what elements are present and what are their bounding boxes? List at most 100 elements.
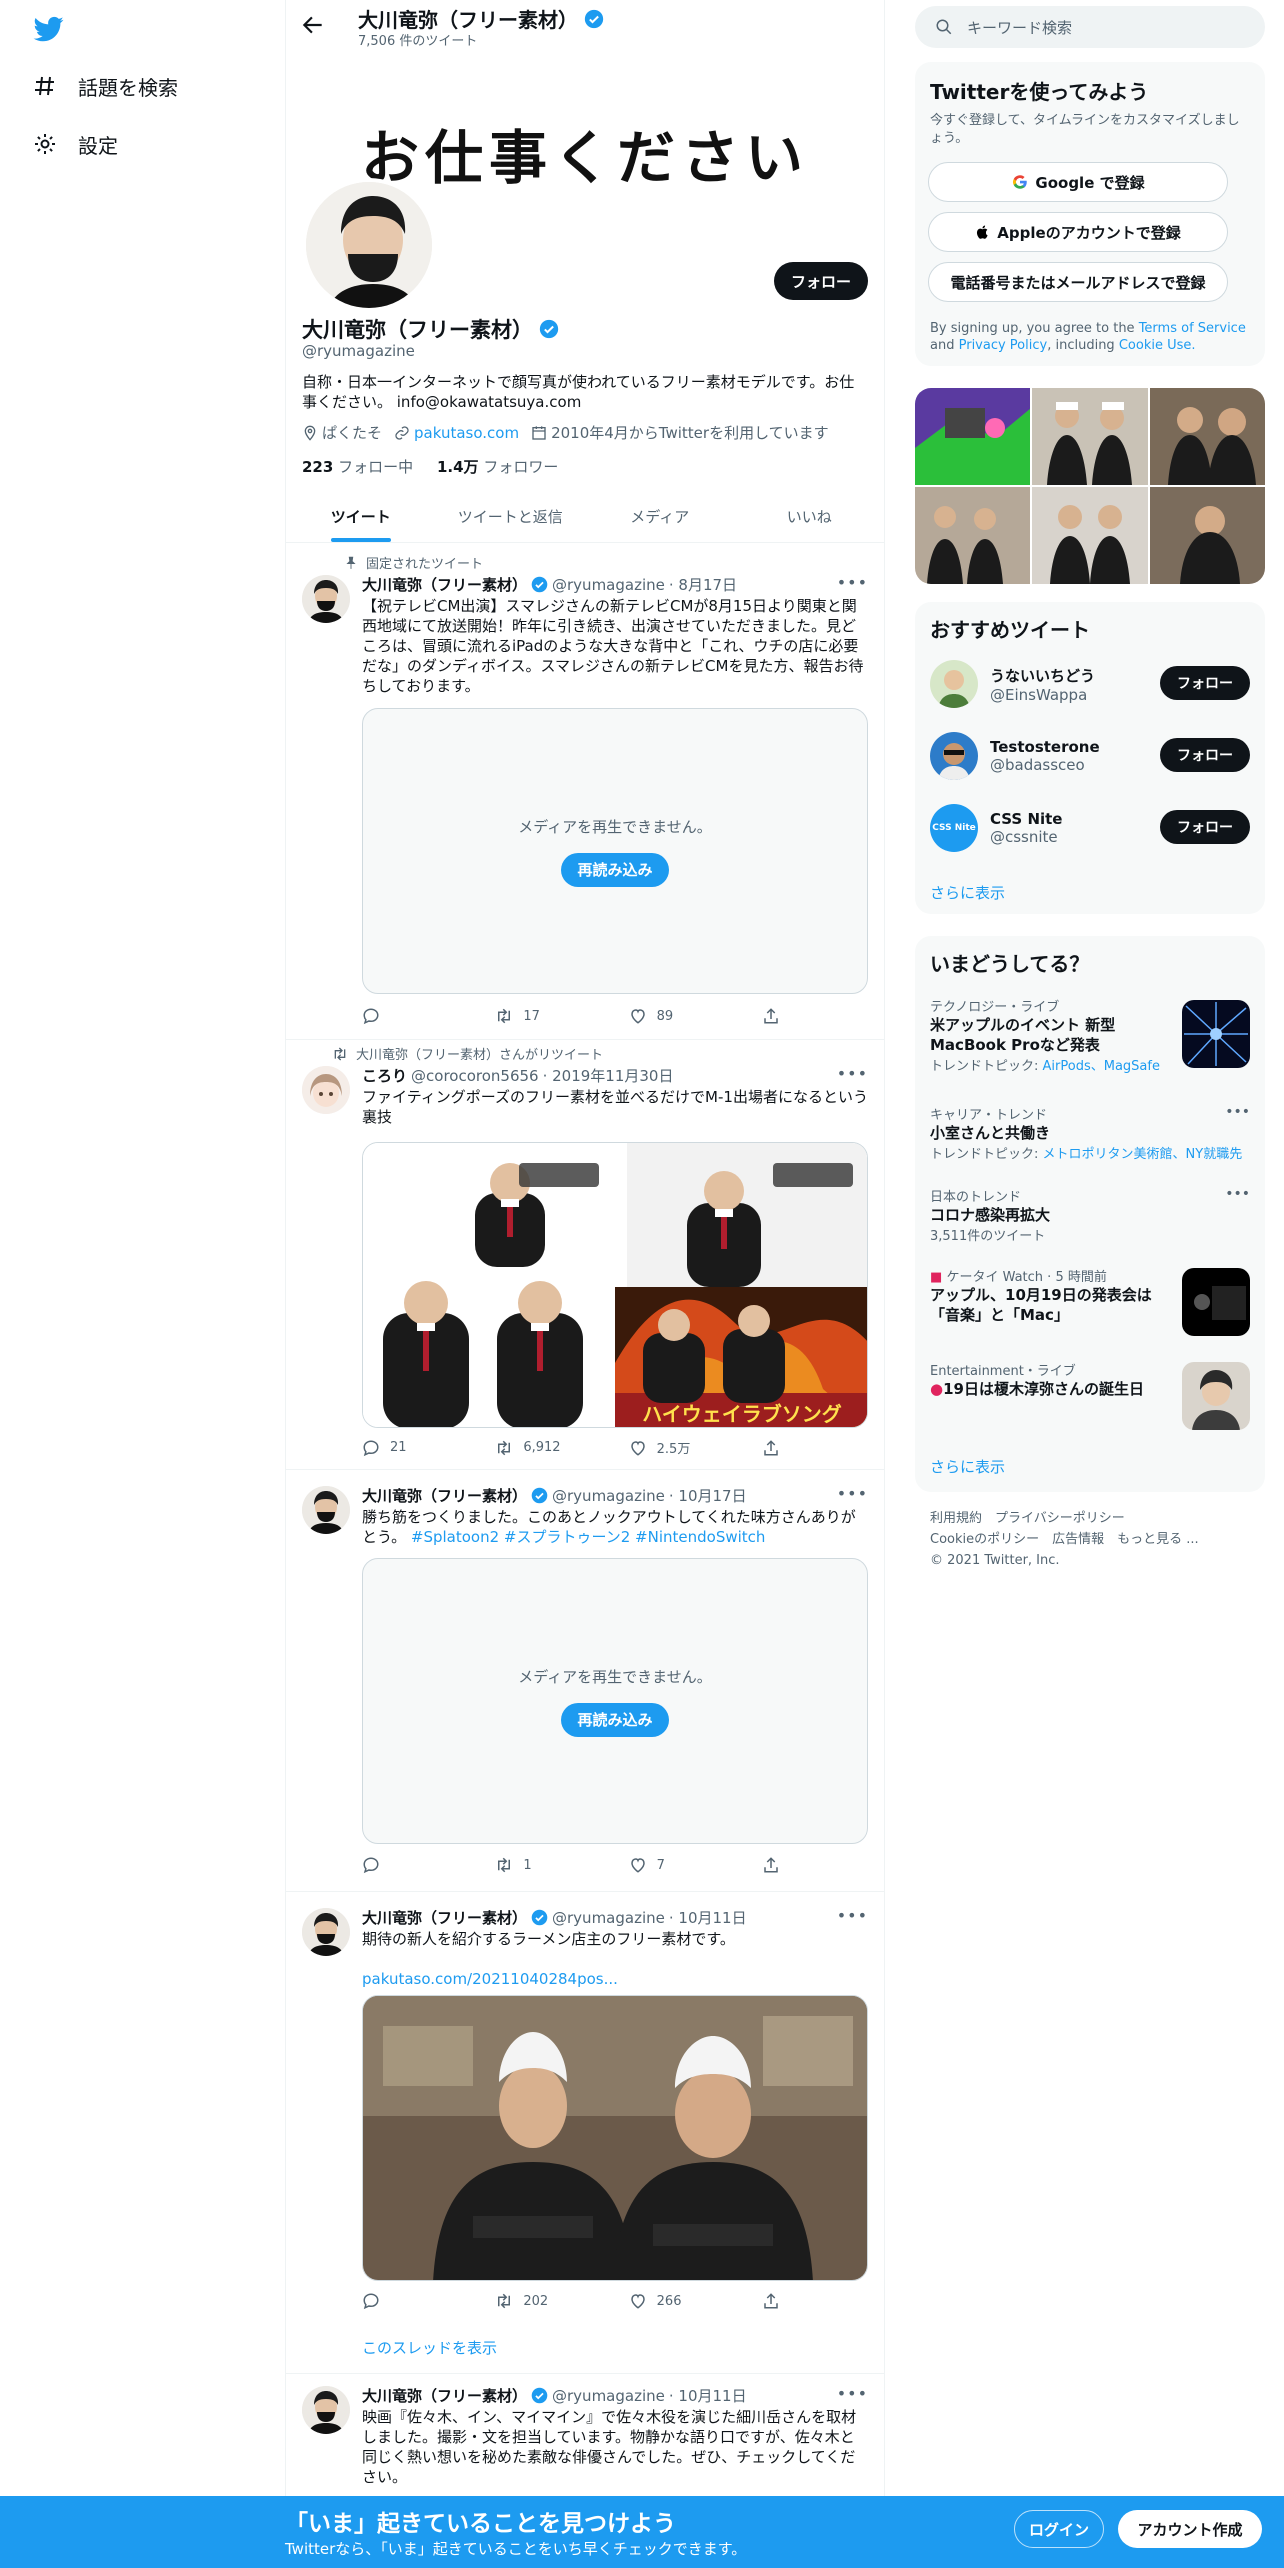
- tweet[interactable]: 大川竜弥（フリー素材） @ryumagazine · 10月17日 ••• 勝ち…: [286, 1470, 884, 1892]
- like-button[interactable]: 7: [629, 1856, 729, 1874]
- share-button[interactable]: [762, 1007, 792, 1025]
- reply-button[interactable]: [362, 1007, 462, 1025]
- user-avatar[interactable]: CSS Nite: [930, 804, 978, 852]
- more-options-icon[interactable]: •••: [837, 1906, 868, 1925]
- tweet-pinned[interactable]: 固定されたツイート 大川竜弥（フリー素材） @ryumagazine · 8月1…: [286, 543, 884, 1040]
- follow-button[interactable]: フォロー: [774, 262, 868, 300]
- hashtags[interactable]: #Splatoon2 #スプラトゥーン2 #NintendoSwitch: [411, 1528, 766, 1546]
- retweet-icon: [498, 2293, 511, 2309]
- image-caption-text: ハイウェイラブソング: [642, 1402, 842, 1426]
- trend-item[interactable]: テクノロジー・ライブ 米アップルのイベント 新型MacBook Proなど発表 …: [930, 996, 1250, 1096]
- reply-button[interactable]: [362, 1856, 462, 1874]
- recommended-user[interactable]: うないいちどう @EinsWappa フォロー: [930, 654, 1250, 714]
- share-button[interactable]: [762, 1438, 792, 1457]
- share-button[interactable]: [762, 2292, 792, 2310]
- tab-tweets-and-replies[interactable]: ツイートと返信: [436, 490, 586, 542]
- trend-item[interactable]: Entertainment・ライブ ●19日は榎木淳弥さんの誕生日: [930, 1360, 1250, 1430]
- trend-item[interactable]: キャリア・トレンド 小室さんと共働き トレンドトピック: メトロポリタン美術館、…: [930, 1104, 1250, 1164]
- terms-link[interactable]: Terms of Service: [1139, 321, 1246, 336]
- media-thumb[interactable]: [915, 388, 1031, 485]
- trend-item[interactable]: 日本のトレンド コロナ感染再拡大 3,511件のツイート •••: [930, 1186, 1250, 1246]
- user-avatar[interactable]: [930, 660, 978, 708]
- search-input[interactable]: キーワード検索: [915, 6, 1265, 48]
- tweet-link[interactable]: pakutaso.com/20211040284pos...: [362, 1969, 868, 1989]
- follow-button[interactable]: フォロー: [1160, 810, 1250, 844]
- show-more-link[interactable]: さらに表示: [930, 882, 1005, 903]
- tweet-image-grid[interactable]: ハイウェイラブソング: [362, 1142, 868, 1428]
- nav-explore[interactable]: 話題を検索: [32, 66, 178, 106]
- retweet-button[interactable]: 202: [495, 2292, 595, 2310]
- footer-links[interactable]: 利用規約 プライバシーポリシー: [930, 1508, 1250, 1529]
- reload-button[interactable]: 再読み込み: [561, 852, 669, 887]
- media-thumb[interactable]: [1032, 487, 1148, 584]
- tweet-avatar[interactable]: [302, 2386, 350, 2434]
- more-options-icon[interactable]: •••: [837, 2384, 868, 2403]
- more-options-icon[interactable]: •••: [1225, 1186, 1250, 1202]
- more-options-icon[interactable]: •••: [837, 1064, 868, 1083]
- follow-button[interactable]: フォロー: [1160, 666, 1250, 700]
- show-thread-link[interactable]: このスレッドを表示: [362, 2338, 868, 2358]
- user-avatar[interactable]: [930, 732, 978, 780]
- reload-button[interactable]: 再読み込み: [561, 1702, 669, 1737]
- reply-button[interactable]: 21: [362, 1438, 462, 1457]
- more-options-icon[interactable]: •••: [1225, 1104, 1250, 1120]
- google-signup-button[interactable]: Google で登録: [928, 162, 1228, 202]
- like-button[interactable]: 89: [629, 1007, 729, 1025]
- following-link[interactable]: 223 フォロー中: [302, 458, 413, 476]
- trend-thumbnail: [1182, 1362, 1250, 1430]
- news-icon: ■: [930, 1270, 943, 1285]
- nav-settings[interactable]: 設定: [32, 124, 118, 164]
- tweet-text: 【祝テレビCM出演】スマレジさんの新テレビCMが8月15日より関東と関西地域にて…: [362, 597, 864, 695]
- media-thumb[interactable]: [1149, 388, 1265, 485]
- footer-links[interactable]: Cookieのポリシー 広告情報 もっと見る ...: [930, 1529, 1250, 1550]
- profile-url[interactable]: pakutaso.com: [394, 424, 519, 442]
- apple-signup-button[interactable]: Appleのアカウントで登録: [928, 212, 1228, 252]
- tweet-retweeted[interactable]: 大川竜弥（フリー素材）さんがリツイート ころり @corocoron5656 ·…: [286, 1040, 884, 1470]
- location: ぱくたそ: [302, 422, 382, 443]
- profile-tabs: ツイート ツイートと返信 メディア いいね: [286, 490, 884, 543]
- login-button[interactable]: ログイン: [1014, 2510, 1104, 2548]
- retweet-button[interactable]: 1: [495, 1856, 595, 1874]
- retweet-button[interactable]: 6,912: [495, 1438, 595, 1457]
- tab-likes[interactable]: いいね: [735, 490, 885, 542]
- phone-email-signup-button[interactable]: 電話番号またはメールアドレスで登録: [928, 262, 1228, 302]
- follow-button[interactable]: フォロー: [1160, 738, 1250, 772]
- signup-button[interactable]: アカウント作成: [1118, 2510, 1262, 2548]
- share-button[interactable]: [762, 1856, 792, 1874]
- more-options-icon[interactable]: •••: [837, 1484, 868, 1503]
- tweet-avatar[interactable]: [302, 1066, 350, 1114]
- tab-media[interactable]: メディア: [585, 490, 735, 542]
- tweet[interactable]: 大川竜弥（フリー素材） @ryumagazine · 10月11日 ••• 期待…: [286, 1892, 884, 2374]
- show-more-link[interactable]: さらに表示: [930, 1456, 1005, 1477]
- like-button[interactable]: 266: [629, 2292, 729, 2310]
- recommended-user[interactable]: CSS Nite CSS Nite @cssnite フォロー: [930, 798, 1250, 858]
- reply-button[interactable]: [362, 2292, 462, 2310]
- like-button[interactable]: 2.5万: [629, 1438, 729, 1457]
- tweet-avatar[interactable]: [302, 1908, 350, 1956]
- tweet-avatar[interactable]: [302, 1486, 350, 1534]
- tweet-photo[interactable]: [362, 1995, 868, 2281]
- media-thumb[interactable]: [1032, 388, 1148, 485]
- more-options-icon[interactable]: •••: [837, 573, 868, 592]
- cookie-link[interactable]: Cookie Use.: [1119, 338, 1196, 353]
- verified-badge-icon: [539, 319, 559, 339]
- recommended-title: おすすめツイート: [930, 618, 1090, 642]
- followers-link[interactable]: 1.4万 フォロワー: [437, 458, 558, 476]
- tweet-avatar[interactable]: [302, 575, 350, 623]
- twitter-logo-icon[interactable]: [32, 14, 66, 44]
- profile-avatar[interactable]: [302, 178, 436, 312]
- recommended-user[interactable]: Testosterone @badassceo フォロー: [930, 726, 1250, 786]
- media-thumb[interactable]: [915, 487, 1031, 584]
- trend-thumbnail: [1182, 1000, 1250, 1068]
- recommended-card: おすすめツイート うないいちどう @EinsWappa フォロー Testoste…: [915, 602, 1265, 914]
- join-date: 2010年4月からTwitterを利用しています: [531, 422, 829, 443]
- share-icon: [764, 1857, 778, 1873]
- back-arrow-icon[interactable]: [300, 12, 326, 38]
- retweet-button[interactable]: 17: [495, 1007, 595, 1025]
- nav-explore-label: 話題を検索: [78, 75, 178, 100]
- apple-icon: [977, 225, 988, 239]
- privacy-link[interactable]: Privacy Policy: [959, 338, 1048, 353]
- trend-item[interactable]: ■ ケータイ Watch · 5 時間前 アップル、10月19日の発表会は「音楽…: [930, 1266, 1250, 1336]
- media-thumb[interactable]: [1149, 487, 1265, 584]
- tab-tweets[interactable]: ツイート: [286, 490, 436, 542]
